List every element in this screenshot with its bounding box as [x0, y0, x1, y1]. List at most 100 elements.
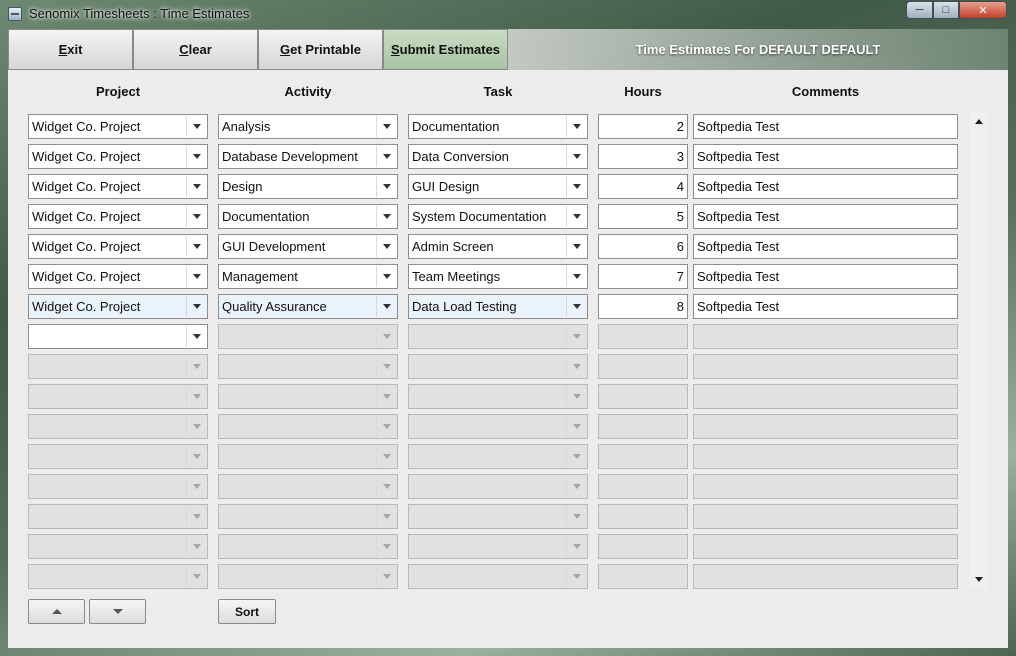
maximize-button[interactable]: □ [933, 1, 959, 19]
chevron-down-icon[interactable] [566, 206, 586, 227]
estimates-header: Time Estimates For DEFAULT DEFAULT [635, 42, 881, 57]
activity-combo [218, 354, 398, 379]
comments-field[interactable]: Softpedia Test [693, 264, 958, 289]
project-combo[interactable]: Widget Co. Project [28, 264, 208, 289]
task-combo[interactable]: Documentation [408, 114, 588, 139]
hours-field[interactable]: 4 [598, 174, 688, 199]
comments-value: Softpedia Test [697, 209, 780, 224]
chevron-down-icon[interactable] [376, 116, 396, 137]
hours-value: 6 [676, 239, 684, 254]
move-row-up-button[interactable] [28, 599, 85, 624]
activity-combo[interactable]: GUI Development [218, 234, 398, 259]
hours-field[interactable]: 7 [598, 264, 688, 289]
chevron-down-icon [376, 386, 396, 407]
hours-field [598, 384, 688, 409]
project-combo[interactable]: Widget Co. Project [28, 144, 208, 169]
chevron-down-icon[interactable] [186, 206, 206, 227]
comments-field [693, 564, 958, 589]
comments-field[interactable]: Softpedia Test [693, 234, 958, 259]
chevron-down-icon[interactable] [376, 266, 396, 287]
task-combo[interactable]: Admin Screen [408, 234, 588, 259]
comments-field[interactable]: Softpedia Test [693, 144, 958, 169]
hours-field[interactable]: 2 [598, 114, 688, 139]
comments-field[interactable]: Softpedia Test [693, 174, 958, 199]
vertical-scrollbar[interactable] [970, 113, 987, 588]
chevron-down-icon [376, 356, 396, 377]
task-combo[interactable]: Team Meetings [408, 264, 588, 289]
project-combo[interactable]: Widget Co. Project [28, 114, 208, 139]
chevron-down-icon[interactable] [376, 296, 396, 317]
scroll-down-icon[interactable] [970, 571, 987, 588]
chevron-down-icon[interactable] [186, 176, 206, 197]
minimize-button[interactable]: ─ [906, 1, 933, 19]
activity-combo[interactable]: Analysis [218, 114, 398, 139]
scroll-up-icon[interactable] [970, 113, 987, 130]
comments-value: Softpedia Test [697, 179, 780, 194]
activity-combo[interactable]: Quality Assurance [218, 294, 398, 319]
activity-combo [218, 414, 398, 439]
close-button[interactable]: ✕ [959, 1, 1007, 19]
project-combo[interactable]: Widget Co. Project [28, 294, 208, 319]
chevron-down-icon[interactable] [566, 146, 586, 167]
hours-field [598, 444, 688, 469]
hours-field [598, 414, 688, 439]
chevron-down-icon[interactable] [186, 116, 206, 137]
window-title: Senomix Timesheets : Time Estimates [29, 6, 250, 21]
chevron-down-icon[interactable] [376, 146, 396, 167]
task-combo[interactable]: Data Conversion [408, 144, 588, 169]
get-printable-button[interactable]: Get Printable [258, 29, 383, 70]
chevron-down-icon[interactable] [186, 236, 206, 257]
project-combo[interactable] [28, 324, 208, 349]
chevron-down-icon [186, 416, 206, 437]
task-combo [408, 324, 588, 349]
activity-combo[interactable]: Design [218, 174, 398, 199]
chevron-down-icon[interactable] [566, 116, 586, 137]
sort-button[interactable]: Sort [218, 599, 276, 624]
chevron-down-icon[interactable] [376, 236, 396, 257]
chevron-down-icon[interactable] [186, 326, 206, 347]
comments-field[interactable]: Softpedia Test [693, 114, 958, 139]
hours-field[interactable]: 8 [598, 294, 688, 319]
activity-value: Documentation [222, 209, 310, 224]
chevron-down-icon [376, 476, 396, 497]
hours-field[interactable]: 6 [598, 234, 688, 259]
task-combo[interactable]: Data Load Testing [408, 294, 588, 319]
project-combo[interactable]: Widget Co. Project [28, 204, 208, 229]
activity-combo[interactable]: Database Development [218, 144, 398, 169]
comments-field[interactable]: Softpedia Test [693, 294, 958, 319]
task-combo[interactable]: GUI Design [408, 174, 588, 199]
project-combo[interactable]: Widget Co. Project [28, 174, 208, 199]
clear-button[interactable]: Clear [133, 29, 258, 70]
activity-combo[interactable]: Documentation [218, 204, 398, 229]
project-combo [28, 354, 208, 379]
activity-combo [218, 444, 398, 469]
task-value: GUI Design [412, 179, 480, 194]
chevron-down-icon[interactable] [566, 296, 586, 317]
hours-field[interactable]: 5 [598, 204, 688, 229]
submit-estimates-button[interactable]: Submit Estimates [383, 29, 508, 70]
chevron-down-icon[interactable] [566, 266, 586, 287]
chevron-down-icon [566, 416, 586, 437]
chevron-down-icon[interactable] [186, 146, 206, 167]
task-combo[interactable]: System Documentation [408, 204, 588, 229]
move-row-down-button[interactable] [89, 599, 146, 624]
task-combo [408, 444, 588, 469]
project-combo[interactable]: Widget Co. Project [28, 234, 208, 259]
hours-value: 5 [676, 209, 684, 224]
hours-value: 4 [676, 179, 684, 194]
task-combo [408, 564, 588, 589]
activity-value: GUI Development [222, 239, 326, 254]
comments-value: Softpedia Test [697, 149, 780, 164]
chevron-down-icon[interactable] [566, 236, 586, 257]
chevron-down-icon[interactable] [376, 206, 396, 227]
chevron-down-icon[interactable] [186, 266, 206, 287]
chevron-down-icon[interactable] [376, 176, 396, 197]
comments-field[interactable]: Softpedia Test [693, 204, 958, 229]
hours-field[interactable]: 3 [598, 144, 688, 169]
chevron-down-icon [566, 356, 586, 377]
chevron-down-icon[interactable] [186, 296, 206, 317]
exit-button[interactable]: Exit [8, 29, 133, 70]
chevron-down-icon[interactable] [566, 176, 586, 197]
activity-combo[interactable]: Management [218, 264, 398, 289]
project-combo [28, 414, 208, 439]
